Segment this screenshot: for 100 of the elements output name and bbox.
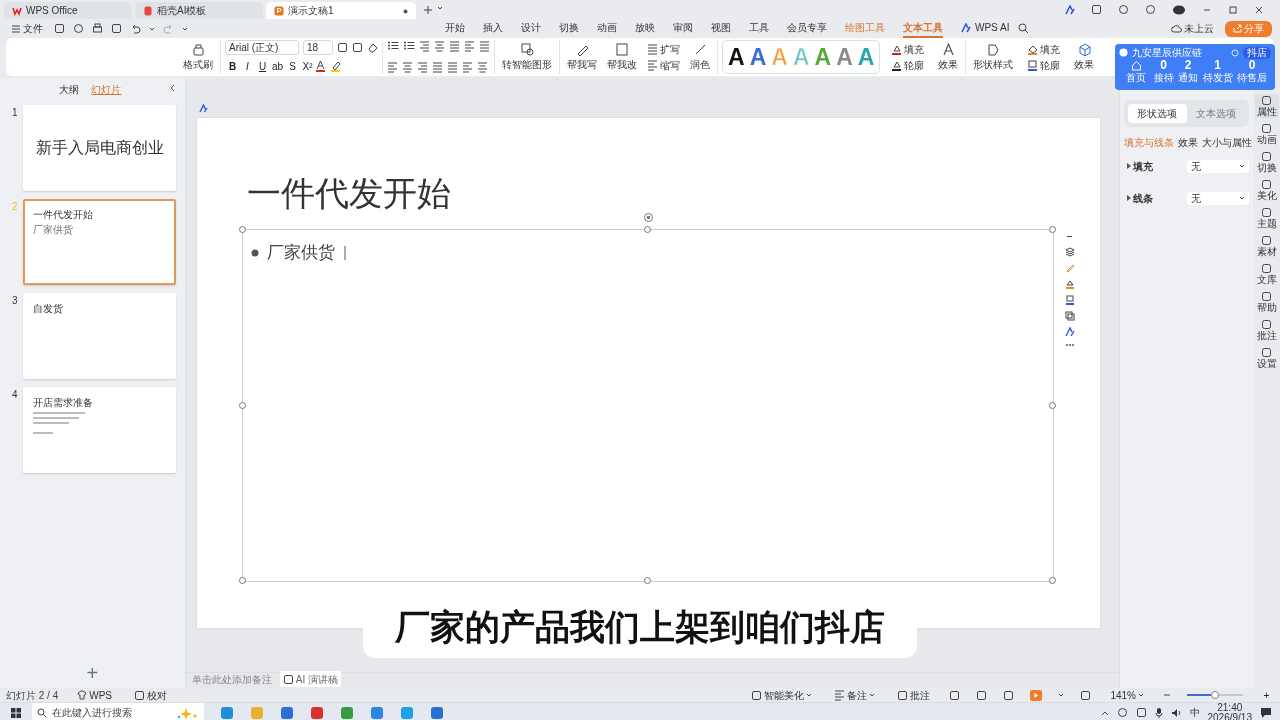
zoom-slider-thumb[interactable]: [1211, 691, 1219, 699]
resize-handle[interactable]: [1048, 577, 1056, 584]
proofread-button[interactable]: 校对: [131, 687, 171, 703]
format-button[interactable]: ab: [270, 58, 285, 74]
panel-tab[interactable]: 大纲: [59, 82, 80, 97]
line-spacing-icon[interactable]: [449, 40, 460, 53]
dropdown[interactable]: 无: [1187, 191, 1250, 205]
text-style-option[interactable]: A: [728, 45, 745, 69]
bullet-list-icon[interactable]: [387, 40, 399, 51]
app-icon[interactable]: [430, 705, 444, 720]
sidebar-item[interactable]: 属性: [1254, 94, 1279, 118]
fill-icon[interactable]: [1064, 279, 1075, 289]
app-icon[interactable]: [340, 705, 354, 720]
resize-handle[interactable]: [238, 401, 246, 409]
format-button[interactable]: U: [255, 58, 270, 74]
speaker-icon[interactable]: [1170, 707, 1182, 718]
zoom-select[interactable]: 141%: [1107, 687, 1147, 703]
justify-icon[interactable]: [432, 61, 443, 74]
align-left-icon[interactable]: [387, 61, 398, 74]
collapse-icon[interactable]: [168, 84, 175, 92]
eraser-icon[interactable]: [367, 42, 378, 53]
menu-tab[interactable]: 审阅: [673, 19, 693, 38]
caret-icon[interactable]: [1058, 692, 1065, 698]
sidebar-item[interactable]: 美化: [1254, 178, 1279, 202]
font-color-icon[interactable]: [315, 60, 326, 72]
resize-handle[interactable]: [238, 226, 246, 233]
slide-thumbnail[interactable]: 新手入局电商创业: [23, 105, 176, 191]
caret-icon[interactable]: [1239, 163, 1246, 169]
menu-tab[interactable]: 工具: [749, 19, 769, 38]
close-icon[interactable]: [1254, 4, 1264, 15]
menu-tab[interactable]: 设计: [521, 19, 541, 38]
shape-style-button[interactable]: 形状样式: [970, 42, 1017, 72]
highlight-icon[interactable]: [330, 60, 341, 72]
notes-icon[interactable]: [834, 688, 846, 702]
menu-tab[interactable]: 动画: [597, 19, 617, 38]
app-icon[interactable]: [370, 705, 384, 720]
undo-icon[interactable]: [130, 23, 141, 34]
sidebar-item[interactable]: 批注: [1254, 318, 1279, 342]
input-method-indicator[interactable]: 中: [1189, 705, 1200, 720]
property-tab[interactable]: 大小与属性: [1202, 135, 1253, 150]
shrink-button[interactable]: 缩写: [644, 57, 683, 73]
ai-menu-tab[interactable]: WPS AI: [961, 19, 1010, 38]
menu-tab[interactable]: 插入: [483, 19, 503, 38]
notification-icon[interactable]: [1260, 706, 1272, 719]
comments-button[interactable]: 批注: [894, 687, 934, 703]
caret-icon[interactable]: [1138, 692, 1144, 698]
theme-button[interactable]: WPS: [74, 687, 116, 703]
more-icon[interactable]: [1064, 343, 1075, 347]
format-button[interactable]: I: [240, 58, 255, 74]
menu-tab[interactable]: 开始: [445, 19, 465, 38]
menu-tab[interactable]: 放映: [635, 19, 655, 38]
file-menu[interactable]: 文件: [8, 20, 46, 37]
play-icon[interactable]: [1030, 689, 1043, 701]
ai-logo-icon[interactable]: [1065, 4, 1075, 15]
print-icon[interactable]: [92, 23, 103, 34]
document-tab[interactable]: 演示文稿1: [266, 2, 416, 19]
format-button[interactable]: X²: [300, 58, 315, 74]
caret-icon[interactable]: [149, 25, 155, 32]
layers-icon[interactable]: [1064, 247, 1075, 257]
beautify-button[interactable]: 智能美化: [748, 687, 816, 703]
app-icon[interactable]: [310, 705, 324, 720]
caret-icon[interactable]: [806, 692, 813, 698]
align-center-icon[interactable]: [402, 61, 413, 74]
font-select[interactable]: Arial (正文): [225, 40, 299, 55]
windows-logo-icon[interactable]: [10, 706, 22, 719]
paragraph-icon[interactable]: [462, 61, 473, 74]
resize-handle[interactable]: [238, 577, 246, 584]
ai-logo-icon[interactable]: [198, 104, 208, 113]
format-button[interactable]: S: [285, 58, 300, 74]
sidebar-item[interactable]: 设置: [1254, 346, 1279, 370]
shop-button[interactable]: 抖店: [1243, 46, 1271, 59]
pencil-icon[interactable]: [1064, 263, 1075, 273]
sidebar-item[interactable]: 动画: [1254, 122, 1279, 146]
polish-button[interactable]: 润色: [687, 42, 713, 72]
dropdown[interactable]: 无: [1187, 159, 1250, 173]
section-toggle[interactable]: 线条: [1124, 190, 1157, 206]
app-icon[interactable]: [220, 705, 234, 720]
options-tab[interactable]: 文本选项: [1186, 104, 1246, 123]
ai-logo-icon[interactable]: [1064, 327, 1075, 337]
sidebar-item[interactable]: 帮助: [1254, 290, 1279, 314]
format-painter-button[interactable]: 格式刷: [180, 42, 216, 72]
window-icon[interactable]: [1091, 4, 1102, 15]
copy-icon[interactable]: [1064, 311, 1075, 321]
indent-icon[interactable]: [434, 40, 445, 53]
chevron-up-icon[interactable]: [1100, 709, 1109, 716]
microphone-icon[interactable]: [1154, 707, 1163, 718]
outline-icon[interactable]: [1064, 295, 1075, 305]
slide-thumbnail[interactable]: 开店需求准备: [23, 387, 176, 473]
plus-icon[interactable]: [423, 5, 433, 15]
resize-handle[interactable]: [1048, 401, 1056, 409]
caret-icon[interactable]: [437, 5, 443, 12]
app-icon[interactable]: [280, 705, 294, 720]
help-write-button[interactable]: 帮我写: [564, 42, 600, 72]
property-tab[interactable]: 效果: [1178, 135, 1199, 150]
zoom-in-button[interactable]: +: [1259, 687, 1274, 703]
sidebar-item[interactable]: 文库: [1254, 262, 1279, 286]
caret-icon[interactable]: [182, 25, 188, 32]
text-outline-button[interactable]: 轮廓: [888, 57, 928, 73]
help-edit-button[interactable]: 帮我改: [604, 42, 640, 72]
shape-effect-button[interactable]: 效果: [1071, 42, 1098, 72]
